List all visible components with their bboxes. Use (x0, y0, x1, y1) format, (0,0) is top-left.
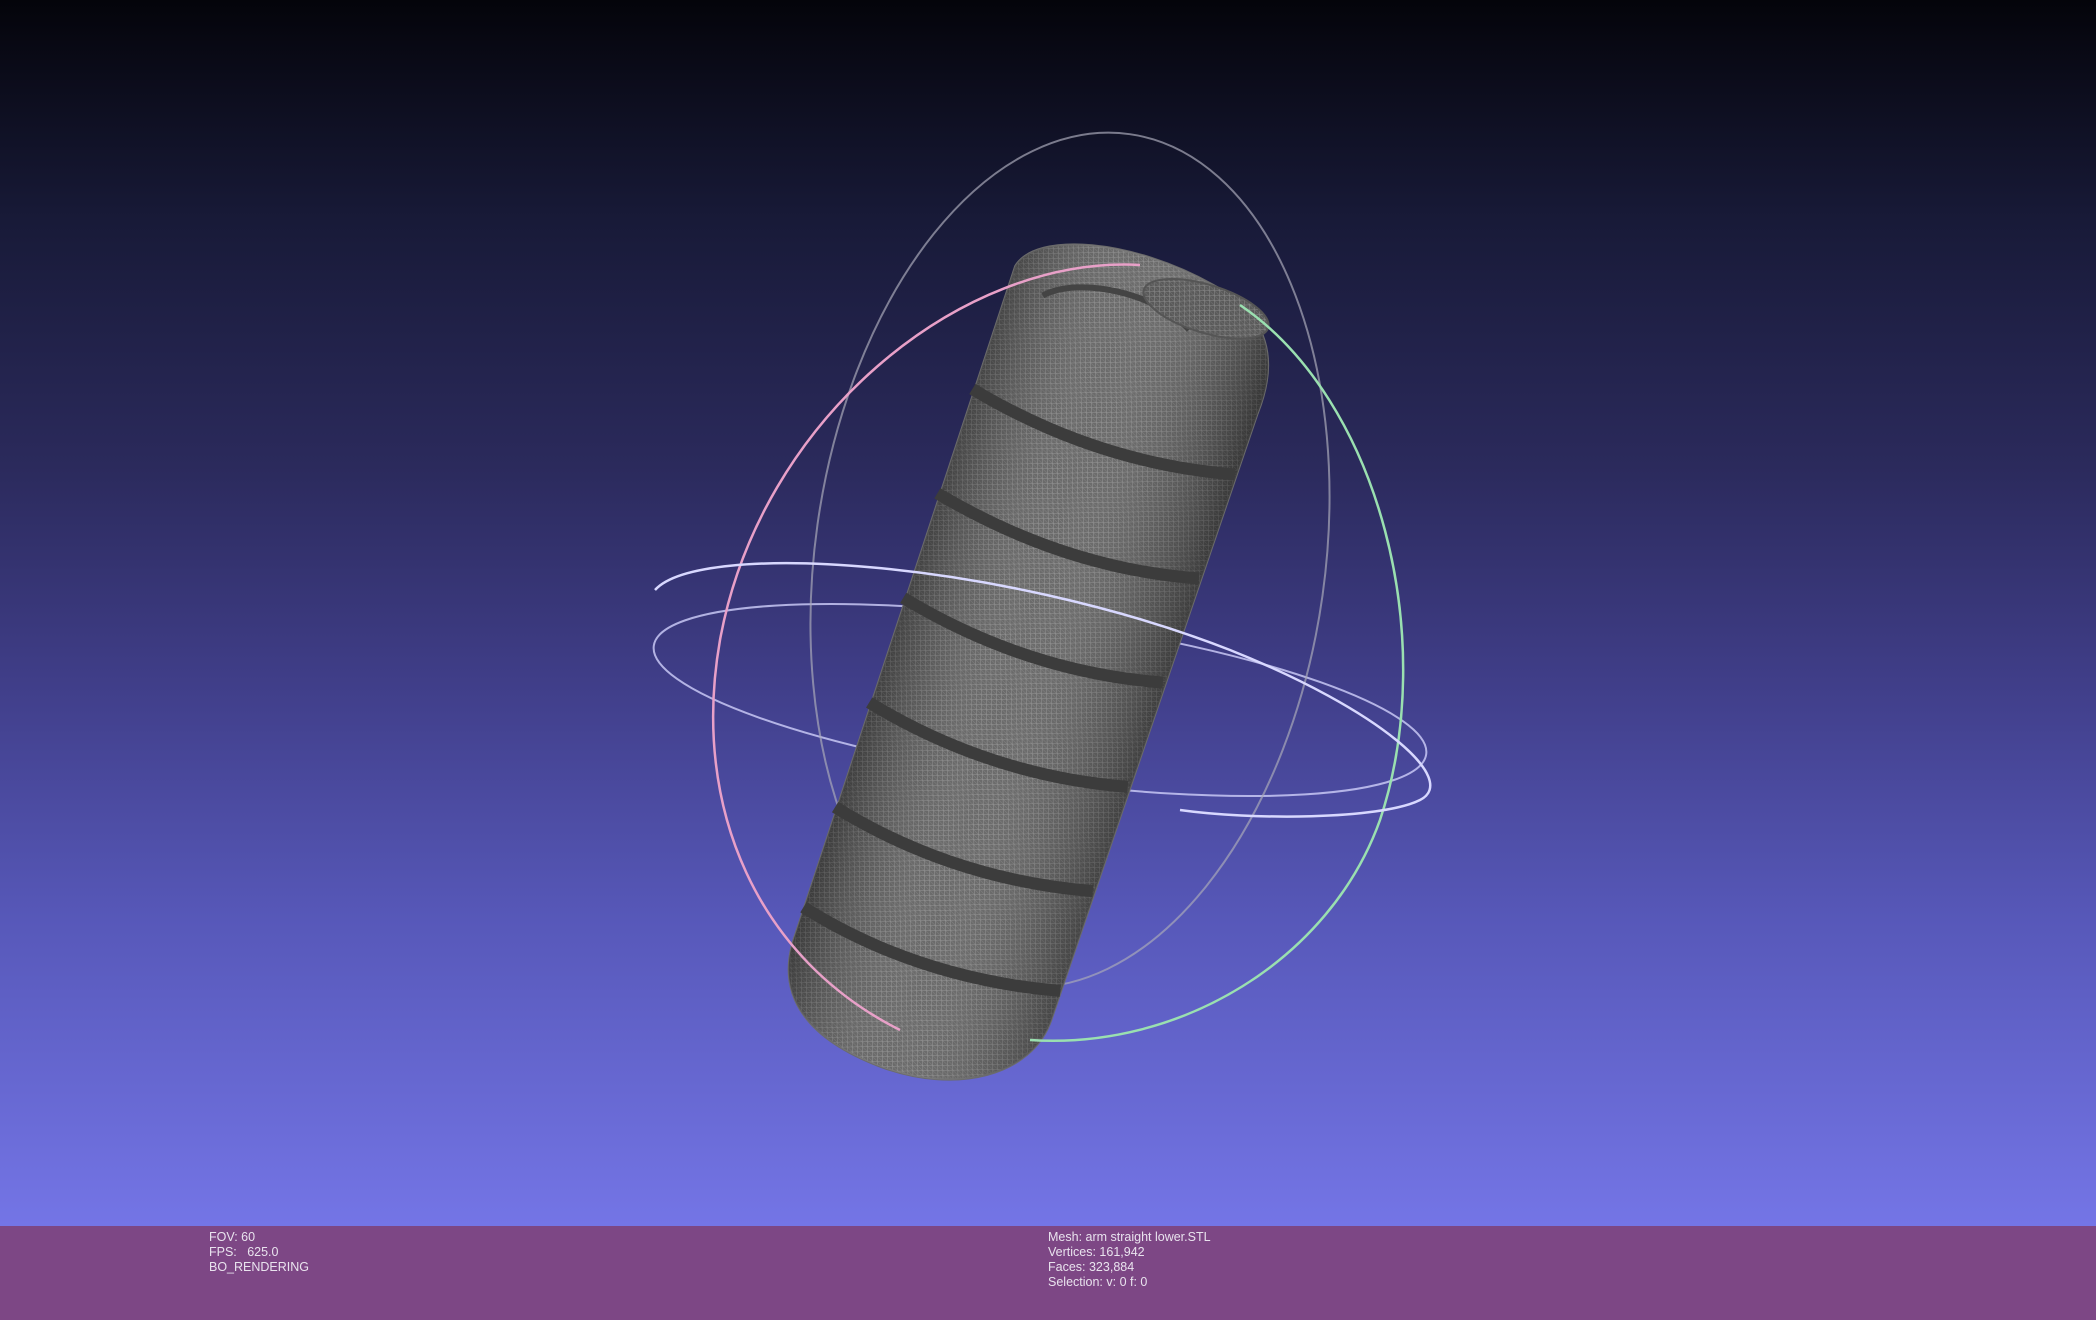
faces-label: Faces: 323,884 (1048, 1260, 1135, 1274)
render-info: FOV: 60 FPS: 625.0 BO_RENDERING (209, 1230, 309, 1275)
3d-viewport[interactable] (0, 0, 2096, 1226)
mesh-info: Mesh: arm straight lower.STL Vertices: 1… (1048, 1230, 1211, 1290)
selection-label: Selection: v: 0 f: 0 (1048, 1275, 1148, 1289)
vertices-label: Vertices: 161,942 (1048, 1245, 1145, 1259)
arm-mesh[interactable] (765, 216, 1292, 1117)
info-bar: FOV: 60 FPS: 625.0 BO_RENDERING Mesh: ar… (0, 1226, 2096, 1320)
mesh-scene[interactable] (0, 0, 2096, 1226)
mesh-name-label: Mesh: arm straight lower.STL (1048, 1230, 1211, 1244)
fov-label: FOV: 60 (209, 1230, 256, 1244)
fps-label: FPS: 625.0 (209, 1245, 279, 1259)
render-mode-label: BO_RENDERING (209, 1260, 310, 1274)
